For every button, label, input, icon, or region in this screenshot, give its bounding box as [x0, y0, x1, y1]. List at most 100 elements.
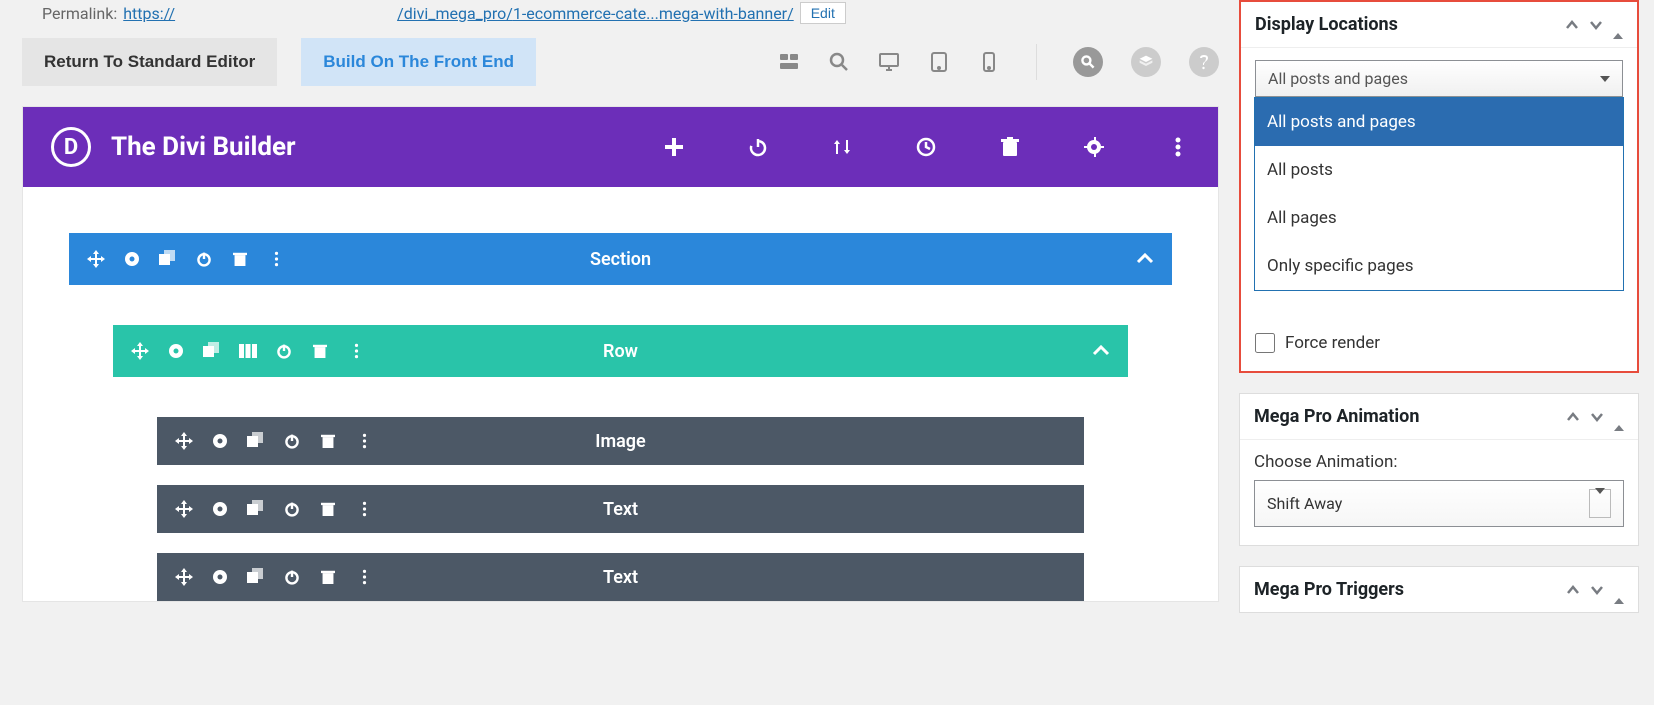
section-label: Section	[590, 249, 651, 270]
power-icon[interactable]	[746, 137, 770, 157]
select-option[interactable]: All posts	[1255, 146, 1623, 194]
edit-permalink-button[interactable]: Edit	[800, 2, 846, 24]
select-dropdown: All posts and pages All posts All pages …	[1254, 97, 1624, 291]
module-label: Text	[603, 499, 638, 520]
module-label: Text	[603, 567, 638, 588]
move-icon[interactable]	[175, 568, 193, 586]
triggers-panel: Mega Pro Triggers	[1239, 566, 1639, 613]
trash-icon[interactable]	[231, 250, 249, 268]
row-label: Row	[603, 341, 638, 362]
move-icon[interactable]	[175, 500, 193, 518]
power-icon[interactable]	[283, 500, 301, 518]
module-bar[interactable]: Text	[157, 485, 1084, 533]
wireframe-icon[interactable]	[778, 51, 800, 73]
zoom-icon[interactable]	[828, 51, 850, 73]
duplicate-icon[interactable]	[203, 342, 221, 360]
module-label: Image	[595, 431, 645, 452]
panel-title: Display Locations	[1255, 14, 1555, 35]
history-icon[interactable]	[914, 137, 938, 157]
duplicate-icon[interactable]	[159, 250, 177, 268]
chevron-down-icon[interactable]	[1590, 585, 1604, 595]
location-select[interactable]: All posts and pages All posts and pages …	[1255, 60, 1623, 97]
more-icon[interactable]	[355, 500, 373, 518]
gear-icon[interactable]	[167, 342, 185, 360]
chevron-up-icon[interactable]	[1092, 345, 1110, 357]
select-option[interactable]: All posts and pages	[1255, 98, 1623, 146]
chevron-down-icon	[1600, 76, 1610, 82]
divi-builder: D The Divi Builder	[22, 106, 1219, 602]
trash-icon[interactable]	[311, 342, 329, 360]
module-bar[interactable]: Image	[157, 417, 1084, 465]
tablet-icon[interactable]	[928, 51, 950, 73]
power-icon[interactable]	[283, 432, 301, 450]
select-value: All posts and pages	[1268, 69, 1408, 88]
display-locations-panel: Display Locations All posts and pages Al…	[1239, 0, 1639, 373]
trash-icon[interactable]	[319, 568, 337, 586]
search-circle-icon[interactable]	[1073, 47, 1103, 77]
columns-icon[interactable]	[239, 342, 257, 360]
move-icon[interactable]	[87, 250, 105, 268]
gear-icon[interactable]	[211, 568, 229, 586]
chevron-up-icon[interactable]	[1136, 253, 1154, 265]
builder-header: D The Divi Builder	[23, 107, 1218, 187]
row-bar[interactable]: Row	[113, 325, 1128, 377]
duplicate-icon[interactable]	[247, 432, 265, 450]
chevron-up-icon[interactable]	[1566, 585, 1580, 595]
power-icon[interactable]	[283, 568, 301, 586]
divi-logo-icon: D	[51, 127, 91, 167]
panel-title: Mega Pro Animation	[1254, 406, 1556, 427]
chevron-up-icon[interactable]	[1565, 20, 1579, 30]
chevron-up-icon[interactable]	[1566, 412, 1580, 422]
permalink-link[interactable]: https://	[123, 4, 175, 23]
permalink-path[interactable]: /divi_mega_pro/1-ecommerce-cate...mega-w…	[397, 4, 794, 23]
more-icon[interactable]	[1166, 137, 1190, 157]
return-standard-editor-button[interactable]: Return To Standard Editor	[22, 38, 277, 86]
separator	[1036, 44, 1037, 80]
section-bar[interactable]: Section	[69, 233, 1172, 285]
permalink-row: Permalink: https:// /divi_mega_pro/1-eco…	[22, 0, 1219, 38]
more-icon[interactable]	[347, 342, 365, 360]
power-icon[interactable]	[195, 250, 213, 268]
editor-toolbar: Return To Standard Editor Build On The F…	[22, 38, 1219, 106]
gear-icon[interactable]	[211, 500, 229, 518]
builder-title: The Divi Builder	[111, 132, 642, 162]
help-icon[interactable]	[1189, 47, 1219, 77]
trash-icon[interactable]	[998, 137, 1022, 157]
permalink-label: Permalink:	[42, 4, 117, 23]
build-frontend-button[interactable]: Build On The Front End	[301, 38, 536, 86]
toggle-icon[interactable]	[1614, 582, 1624, 598]
animation-panel: Mega Pro Animation Choose Animation: Shi…	[1239, 393, 1639, 546]
select-option[interactable]: Only specific pages	[1255, 242, 1623, 290]
chevron-down-icon[interactable]	[1589, 20, 1603, 30]
select-value: Shift Away	[1267, 494, 1342, 513]
toggle-icon[interactable]	[1614, 409, 1624, 425]
gear-icon[interactable]	[211, 432, 229, 450]
power-icon[interactable]	[275, 342, 293, 360]
more-icon[interactable]	[267, 250, 285, 268]
trash-icon[interactable]	[319, 500, 337, 518]
sort-icon[interactable]	[830, 137, 854, 157]
toggle-icon[interactable]	[1613, 17, 1623, 33]
phone-icon[interactable]	[978, 51, 1000, 73]
layers-icon[interactable]	[1131, 47, 1161, 77]
module-bar[interactable]: Text	[157, 553, 1084, 601]
trash-icon[interactable]	[319, 432, 337, 450]
chevron-down-icon	[1595, 488, 1605, 513]
more-icon[interactable]	[355, 568, 373, 586]
desktop-icon[interactable]	[878, 51, 900, 73]
duplicate-icon[interactable]	[247, 568, 265, 586]
force-render-checkbox[interactable]	[1255, 333, 1275, 353]
select-option[interactable]: All pages	[1255, 194, 1623, 242]
gear-icon[interactable]	[1082, 137, 1106, 157]
panel-title: Mega Pro Triggers	[1254, 579, 1556, 600]
gear-icon[interactable]	[123, 250, 141, 268]
chevron-down-icon[interactable]	[1590, 412, 1604, 422]
animation-select[interactable]: Shift Away	[1254, 480, 1624, 527]
add-icon[interactable]	[662, 138, 686, 156]
move-icon[interactable]	[175, 432, 193, 450]
more-icon[interactable]	[355, 432, 373, 450]
animation-field-label: Choose Animation:	[1254, 452, 1624, 472]
duplicate-icon[interactable]	[247, 500, 265, 518]
force-render-label: Force render	[1285, 333, 1380, 353]
move-icon[interactable]	[131, 342, 149, 360]
